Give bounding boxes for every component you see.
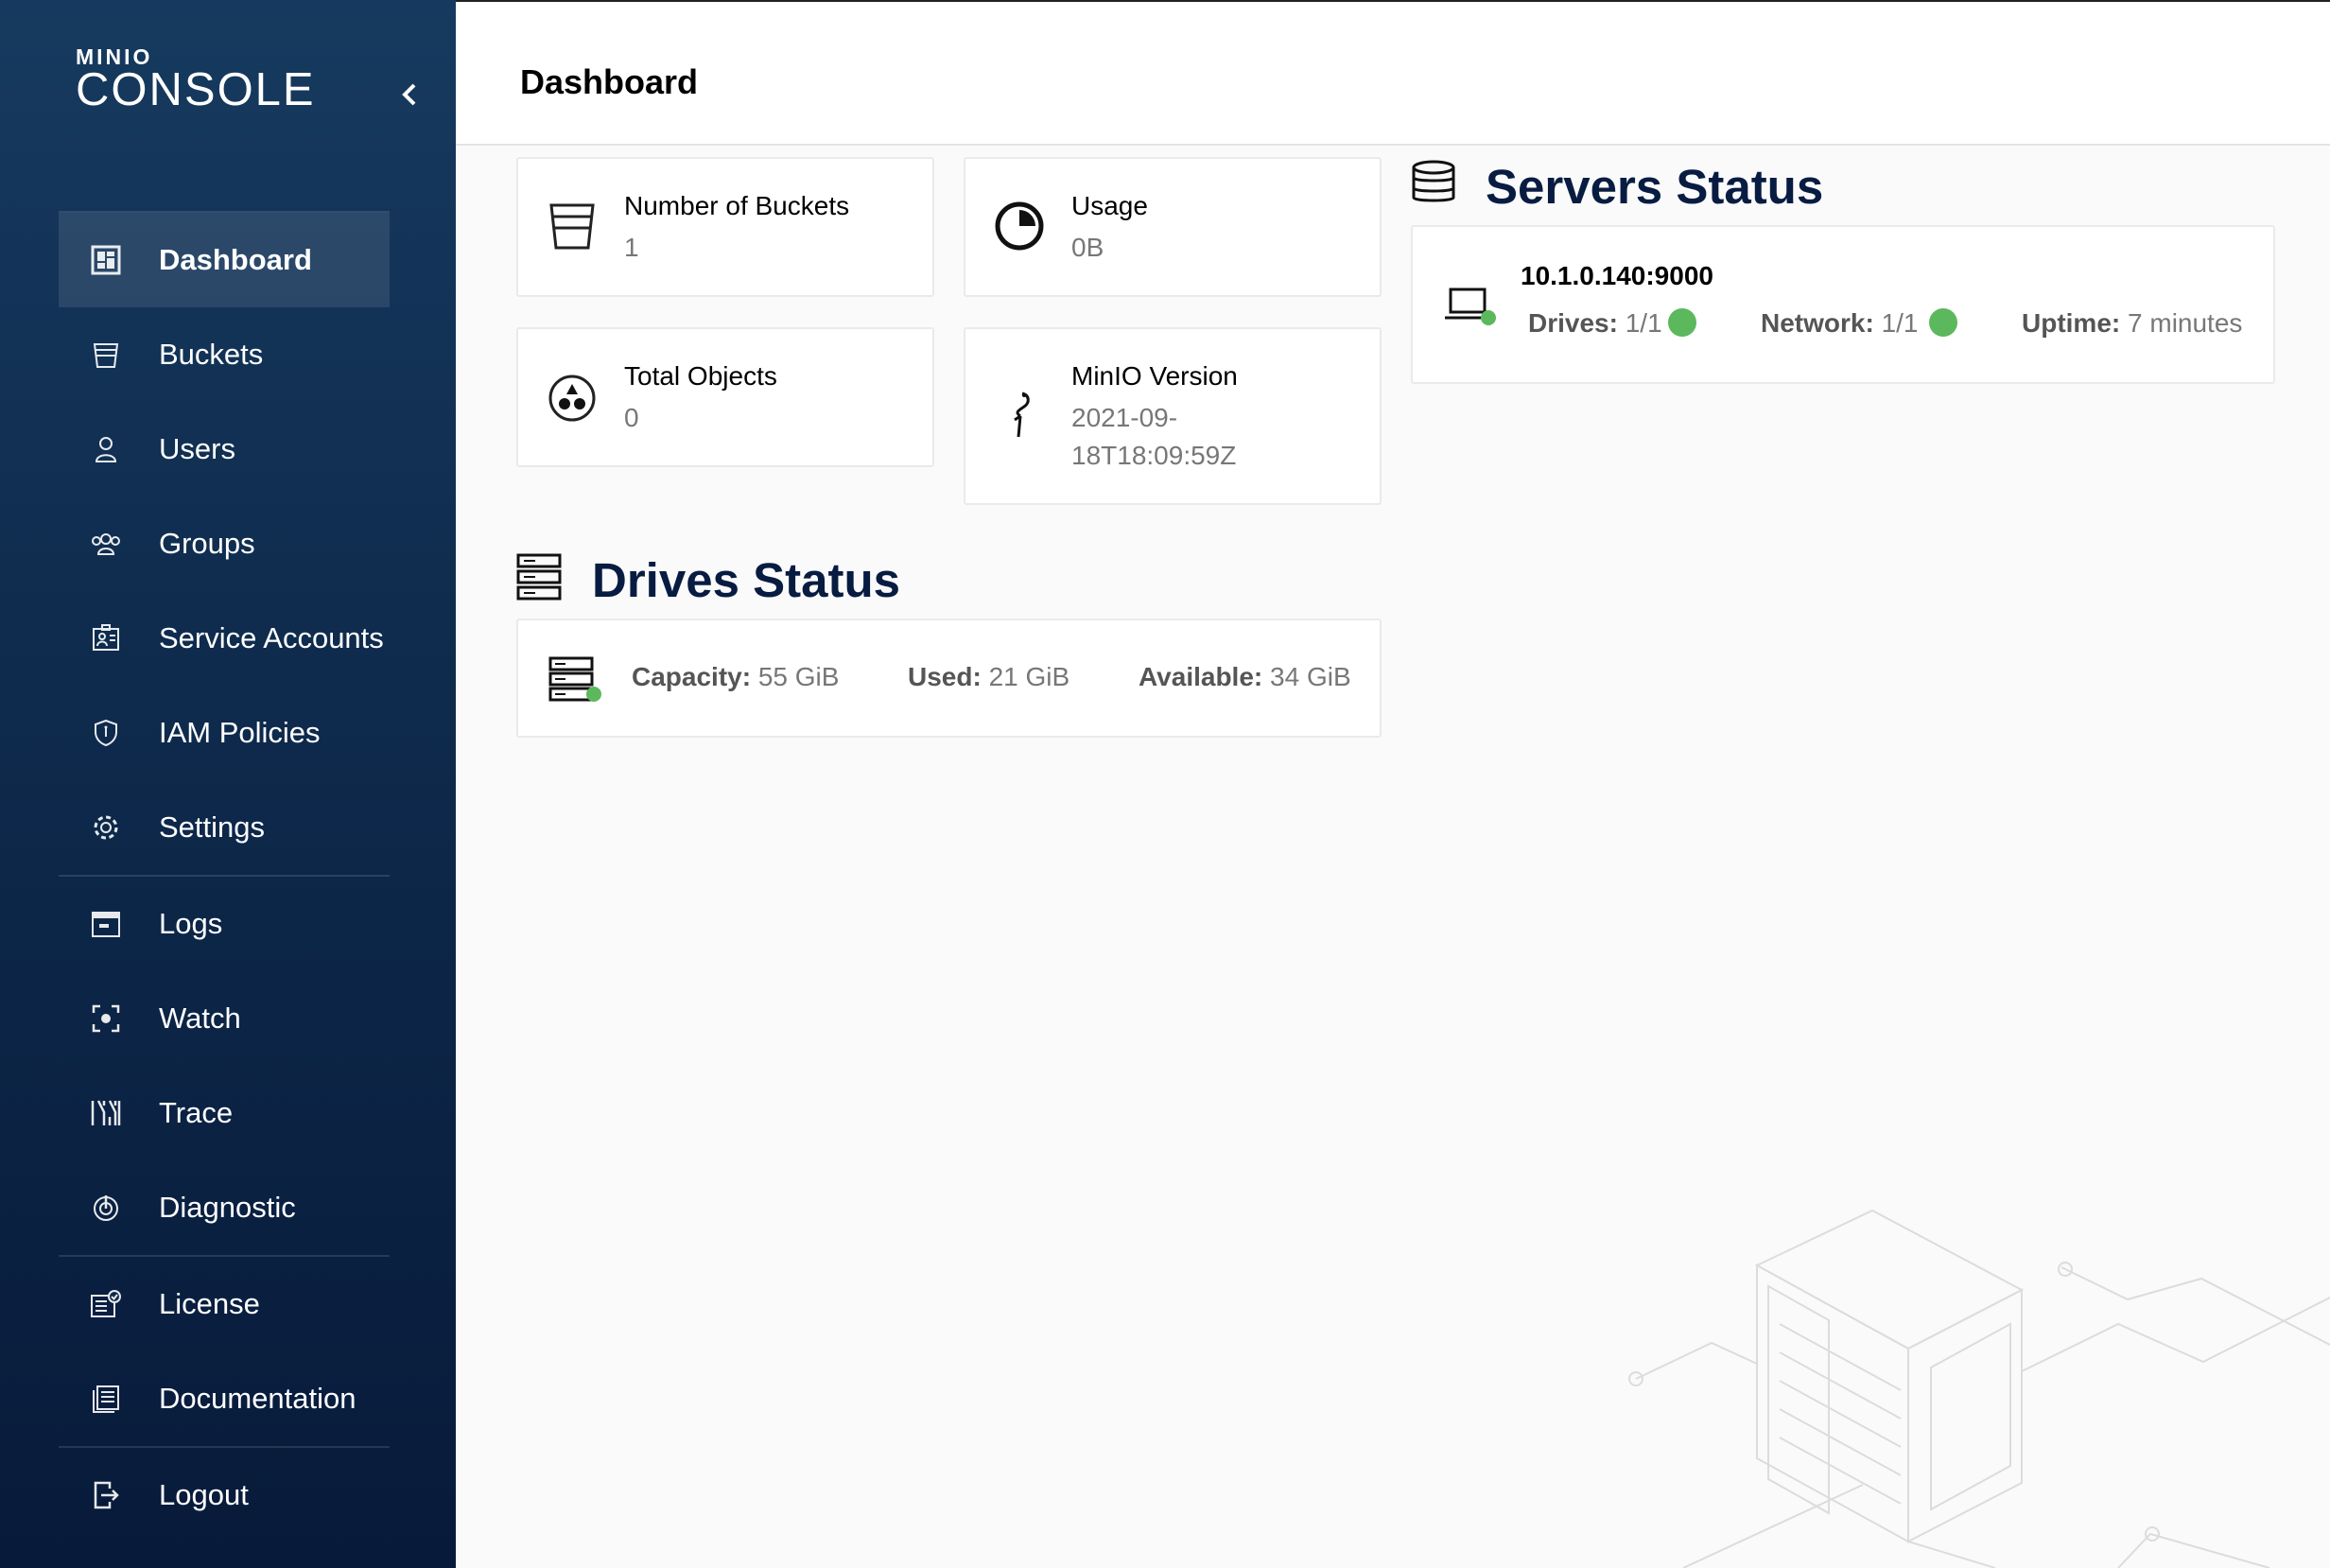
available-label: Available: — [1139, 662, 1263, 691]
sidebar-item-logs[interactable]: Logs — [59, 877, 390, 971]
logo-bottom-text: CONSOLE — [76, 64, 316, 115]
sidebar-item-label: Diagnostic — [159, 1191, 296, 1224]
sidebar-item-logout[interactable]: Logout — [59, 1448, 390, 1542]
sidebar-item-documentation[interactable]: Documentation — [59, 1351, 390, 1446]
bucket-icon — [89, 338, 123, 372]
server-network-label: Network: — [1761, 308, 1874, 338]
sidebar-item-label: Service Accounts — [159, 621, 384, 654]
network-status-indicator — [1929, 308, 1957, 337]
logout-icon — [89, 1478, 123, 1512]
trace-icon — [89, 1096, 123, 1130]
gear-icon — [89, 810, 123, 845]
sidebar-item-settings[interactable]: Settings — [59, 780, 390, 875]
drive-card: Capacity: 55 GiB Used: 21 GiB Available:… — [516, 618, 1382, 738]
minio-version-label: MinIO Version — [1071, 361, 1238, 391]
sidebar-item-label: IAM Policies — [159, 716, 321, 749]
bucket-icon — [549, 203, 595, 250]
sidebar-item-label: Users — [159, 432, 235, 465]
server-drives-value: 1/1 — [1625, 308, 1662, 338]
total-objects-label: Total Objects — [624, 361, 777, 391]
laptop-icon — [1445, 287, 1496, 325]
sidebar-item-diagnostic[interactable]: Diagnostic — [59, 1160, 390, 1255]
sidebar-item-label: Trace — [159, 1096, 234, 1129]
flamingo-icon — [1014, 392, 1030, 438]
used-value: 21 GiB — [988, 662, 1070, 691]
documentation-icon — [89, 1382, 123, 1416]
sidebar-item-label: Dashboard — [159, 243, 312, 276]
user-icon — [89, 432, 123, 466]
server-uptime: Uptime: 7 minutes — [2022, 308, 2242, 339]
buckets-count-value: 1 — [624, 233, 639, 262]
total-objects-value: 0 — [624, 403, 639, 432]
diagnostic-icon — [89, 1191, 123, 1225]
server-drives-label: Drives: — [1528, 308, 1618, 338]
database-icon — [1412, 160, 1455, 202]
collapse-sidebar-button[interactable] — [395, 76, 424, 113]
minio-console-logo[interactable]: MINIO CONSOLE — [76, 45, 316, 115]
chevron-left-icon — [402, 83, 416, 106]
usage-card: Usage 0B — [964, 157, 1382, 297]
sidebar-item-buckets[interactable]: Buckets — [59, 307, 390, 402]
total-objects-card: Total Objects 0 — [516, 327, 934, 467]
watch-icon — [89, 1002, 123, 1036]
minio-version-card: MinIO Version 2021-09- 18T18:09:59Z — [964, 327, 1382, 505]
server-network: Network: 1/1 — [1761, 308, 1919, 339]
server-network-value: 1/1 — [1881, 308, 1919, 338]
sidebar-item-groups[interactable]: Groups — [59, 497, 390, 591]
drives-status-indicator — [1668, 308, 1696, 337]
used-label: Used: — [908, 662, 982, 691]
server-endpoint: 10.1.0.140:9000 — [1521, 261, 1713, 290]
drives-status-title: Drives Status — [592, 553, 900, 607]
sidebar-item-label: Logs — [159, 907, 223, 940]
service-accounts-icon — [89, 621, 123, 655]
sidebar-item-label: Logout — [159, 1478, 249, 1511]
drive-available: Available: 34 GiB — [1139, 662, 1351, 692]
sidebar: MINIO CONSOLE Dashboard Buckets Users Gr… — [0, 0, 456, 1568]
servers-status-title: Servers Status — [1486, 160, 1824, 214]
sidebar-item-license[interactable]: License — [59, 1257, 390, 1351]
server-uptime-label: Uptime: — [2022, 308, 2121, 338]
capacity-label: Capacity: — [632, 662, 752, 691]
dashboard-icon — [89, 243, 123, 277]
shield-icon — [89, 716, 123, 750]
sidebar-item-label: Buckets — [159, 338, 264, 371]
drive-capacity: Capacity: 55 GiB — [632, 662, 839, 692]
server-drives: Drives: 1/1 — [1528, 308, 1662, 339]
sidebar-menu: Dashboard Buckets Users Groups Service A — [59, 211, 390, 1542]
objects-icon — [548, 375, 596, 422]
sidebar-item-dashboard[interactable]: Dashboard — [59, 213, 390, 307]
drives-stack-icon — [516, 553, 562, 601]
sidebar-item-iam-policies[interactable]: IAM Policies — [59, 686, 390, 780]
sidebar-item-label: License — [159, 1287, 260, 1320]
buckets-count-label: Number of Buckets — [624, 191, 850, 220]
sidebar-item-watch[interactable]: Watch — [59, 971, 390, 1066]
sidebar-item-label: Groups — [159, 527, 255, 560]
sidebar-item-label: Documentation — [159, 1382, 356, 1415]
server-cabinet-illustration — [1628, 1209, 2330, 1568]
page-header: Dashboard — [456, 0, 2330, 146]
license-icon — [89, 1287, 123, 1321]
page-title: Dashboard — [520, 62, 699, 101]
sidebar-item-label: Watch — [159, 1002, 241, 1035]
server-uptime-value: 7 minutes — [2128, 308, 2243, 338]
sidebar-item-label: Settings — [159, 810, 266, 844]
minio-version-value-line1: 2021-09- — [1071, 403, 1178, 432]
sidebar-item-users[interactable]: Users — [59, 402, 390, 497]
capacity-value: 55 GiB — [757, 662, 840, 691]
usage-value: 0B — [1071, 233, 1104, 262]
buckets-count-card: Number of Buckets 1 — [516, 157, 934, 297]
available-value: 34 GiB — [1270, 662, 1351, 691]
server-card: 10.1.0.140:9000 Drives: 1/1 Network: 1/1… — [1411, 225, 2275, 384]
usage-label: Usage — [1071, 191, 1148, 220]
drive-icon — [548, 656, 601, 702]
sidebar-item-service-accounts[interactable]: Service Accounts — [59, 591, 390, 686]
pie-chart-icon — [995, 201, 1044, 251]
logs-icon — [89, 907, 123, 941]
groups-icon — [89, 527, 123, 561]
sidebar-item-trace[interactable]: Trace — [59, 1066, 390, 1160]
minio-version-value-line2: 18T18:09:59Z — [1071, 441, 1237, 470]
drive-used: Used: 21 GiB — [908, 662, 1069, 692]
